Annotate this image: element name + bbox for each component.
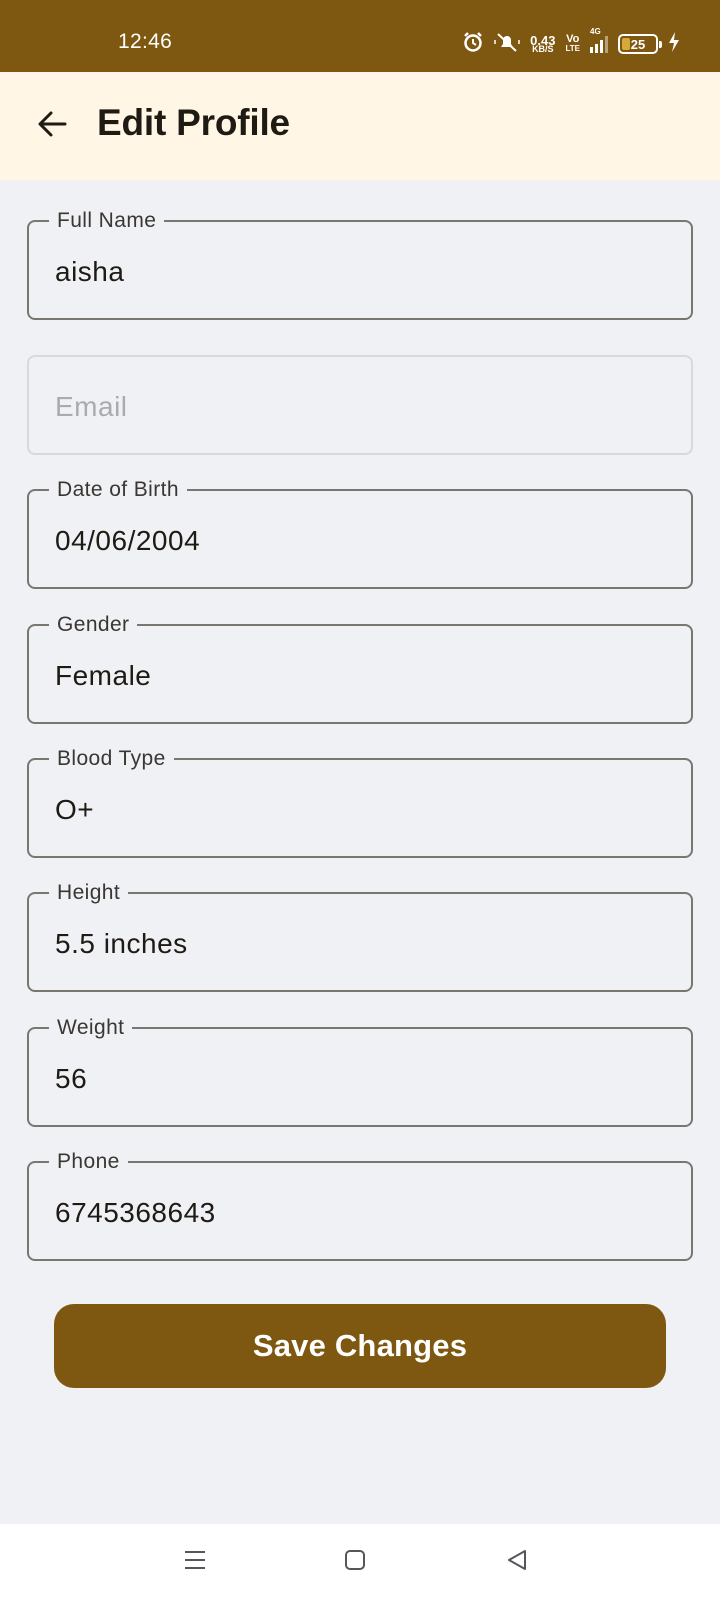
signal-label: 4G xyxy=(590,27,601,36)
weight-input[interactable]: 56 xyxy=(55,1063,655,1095)
net-speed-unit: KB/S xyxy=(532,43,554,54)
email-field[interactable]: Email xyxy=(27,355,693,455)
phone-label: Phone xyxy=(49,1149,128,1175)
home-icon xyxy=(343,1548,367,1577)
net-speed: 0.43 KB/S xyxy=(530,34,555,54)
email-input[interactable]: Email xyxy=(55,391,655,423)
height-input[interactable]: 5.5 inches xyxy=(55,928,655,960)
status-bar: 12:46 0.43 KB/S Vo LTE 4G 25 xyxy=(0,0,720,72)
dob-field[interactable]: Date of Birth 04/06/2004 xyxy=(27,477,693,589)
menu-icon xyxy=(183,1548,207,1577)
battery-level: 25 xyxy=(630,36,646,52)
blood-type-label: Blood Type xyxy=(49,746,174,772)
alarm-icon xyxy=(462,31,484,58)
nav-back-button[interactable] xyxy=(497,1546,537,1578)
mute-icon xyxy=(494,31,520,58)
phone-input[interactable]: 6745368643 xyxy=(55,1197,655,1229)
signal-icon: 4G xyxy=(590,27,608,53)
weight-label: Weight xyxy=(49,1015,133,1041)
nav-bar xyxy=(0,1524,720,1600)
nav-menu-button[interactable] xyxy=(175,1546,215,1578)
height-label: Height xyxy=(49,880,129,906)
gender-label: Gender xyxy=(49,612,138,638)
phone-field[interactable]: Phone 6745368643 xyxy=(27,1149,693,1261)
charging-icon xyxy=(668,31,680,57)
status-time: 12:46 xyxy=(118,30,173,53)
height-field[interactable]: Height 5.5 inches xyxy=(27,880,693,992)
app-bar: Edit Profile xyxy=(0,72,720,180)
volte-indicator: Vo LTE xyxy=(565,34,580,54)
weight-field[interactable]: Weight 56 xyxy=(27,1015,693,1127)
page-title: Edit Profile xyxy=(97,102,290,143)
gender-input[interactable]: Female xyxy=(55,660,655,692)
blood-type-input[interactable]: O+ xyxy=(55,794,655,826)
battery-icon: 25 xyxy=(618,34,662,54)
dob-label: Date of Birth xyxy=(49,477,187,503)
gender-field[interactable]: Gender Female xyxy=(27,612,693,724)
back-button[interactable] xyxy=(24,98,80,154)
full-name-label: Full Name xyxy=(49,208,165,234)
blood-type-field[interactable]: Blood Type O+ xyxy=(27,746,693,858)
dob-input[interactable]: 04/06/2004 xyxy=(55,525,655,557)
volte-bottom: LTE xyxy=(565,44,580,54)
back-icon xyxy=(505,1548,529,1577)
full-name-field[interactable]: Full Name aisha xyxy=(27,208,693,320)
full-name-input[interactable]: aisha xyxy=(55,256,655,288)
status-icons: 0.43 KB/S Vo LTE 4G 25 xyxy=(462,27,680,58)
nav-home-button[interactable] xyxy=(335,1546,375,1578)
arrow-left-icon xyxy=(37,111,67,142)
save-changes-button[interactable]: Save Changes xyxy=(54,1304,666,1388)
